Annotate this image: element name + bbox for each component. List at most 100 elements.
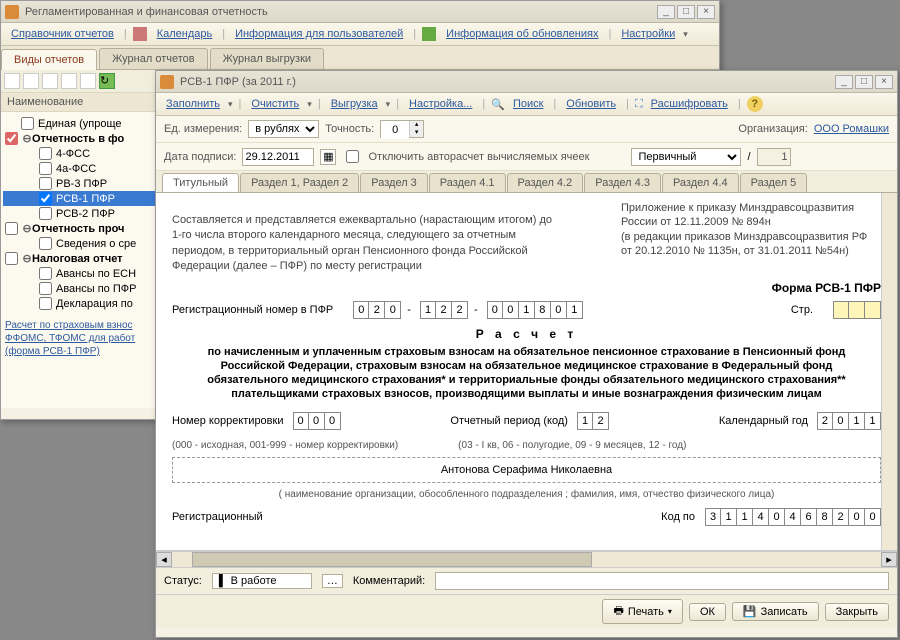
calendar-link[interactable]: Календарь [153,26,217,42]
precision-input[interactable] [381,121,409,139]
precision-stepper[interactable]: ▴▾ [380,120,424,138]
status-bar: Статус: ▌ В работе … Комментарий: [156,567,897,594]
minimize-icon[interactable]: _ [835,75,853,89]
sidebar-ico-5[interactable] [80,73,96,89]
tree-check[interactable] [39,147,52,160]
settings-button[interactable]: Настройка... [405,96,476,112]
tree-item[interactable]: Сведения о сре [3,236,168,251]
tree-item[interactable]: Авансы по ПФР [3,281,168,296]
user-info-link[interactable]: Информация для пользователей [231,26,407,42]
sidebar-ico-3[interactable] [42,73,58,89]
tree-item[interactable]: 4-ФСС [3,146,168,161]
refresh-icon[interactable]: ↻ [99,73,115,89]
tree-item[interactable]: Единая (упроще [3,116,168,131]
ref-link[interactable]: Справочник отчетов [7,26,118,42]
regnum-field[interactable]: 0 2 0 - 1 2 2 - 0 0 1 8 0 1 [353,301,582,319]
tab-section43[interactable]: Раздел 4.3 [584,173,661,192]
minimize-icon[interactable]: _ [657,5,675,19]
tree-item[interactable]: 4а-ФСС [3,161,168,176]
tree-item[interactable]: РВ-3 ПФР [3,176,168,191]
date-input[interactable] [242,148,314,166]
tree-check[interactable] [39,192,52,205]
updates-link[interactable]: Информация об обновлениях [442,26,602,42]
tab-section12[interactable]: Раздел 1, Раздел 2 [240,173,359,192]
save-button[interactable]: 💾 Записать [732,602,819,621]
settings-link[interactable]: Настройки [617,26,679,42]
vertical-scrollbar[interactable] [881,193,897,550]
scroll-left-icon[interactable]: ◂ [156,552,172,567]
close-icon[interactable]: × [697,5,715,19]
sidebar-ico-1[interactable] [4,73,20,89]
unit-select[interactable]: в рублях [248,120,319,138]
tree-check[interactable] [39,237,52,250]
tab-section42[interactable]: Раздел 4.2 [507,173,584,192]
tree-check[interactable] [39,267,52,280]
param-row-2: Дата подписи: ▦ Отключить авторасчет выч… [156,143,897,171]
decode-button[interactable]: Расшифровать [647,96,732,112]
win2-titlebar[interactable]: РСВ-1 ПФР (за 2011 г.) _ □ × [156,71,897,93]
tab-journal[interactable]: Журнал отчетов [99,48,207,69]
ok-button[interactable]: ОК [689,603,726,621]
tree-check[interactable] [39,282,52,295]
maximize-icon[interactable]: □ [855,75,873,89]
period-field[interactable]: 1 2 [577,412,609,430]
corr-field[interactable]: 0 0 0 [293,412,341,430]
tree-item[interactable]: Декларация по [3,296,168,311]
clear-button[interactable]: Очистить [247,96,303,112]
tree-description-link[interactable]: Расчет по страховым взнос ФФОМС, ТФОМС д… [1,315,170,362]
scroll-right-icon[interactable]: ▸ [881,552,897,567]
stepper-up-icon[interactable]: ▴ [409,121,423,129]
tree-check[interactable] [21,117,34,130]
close-button[interactable]: Закрыть [825,603,889,621]
tree-check[interactable] [39,177,52,190]
tree-item[interactable]: РСВ-2 ПФР [3,206,168,221]
status-pencil-icon: ▌ [219,575,227,587]
close-icon[interactable]: × [875,75,893,89]
stepper-down-icon[interactable]: ▾ [409,129,423,137]
fill-button[interactable]: Заполнить [162,96,224,112]
name-field[interactable]: Антонова Серафима Николаевна [172,457,881,483]
status-more-button[interactable]: … [322,574,343,588]
refresh-button[interactable]: Обновить [562,96,620,112]
tree-group[interactable]: ⊖Отчетность проч [3,221,168,236]
scroll-thumb[interactable] [192,552,592,567]
tree-group[interactable]: ⊖Налоговая отчет [3,251,168,266]
form-label: Форма РСВ-1 ПФР [772,281,881,295]
tree-item[interactable]: Авансы по ЕСН [3,266,168,281]
tab-title[interactable]: Титульный [162,173,239,192]
tree-check[interactable] [39,207,52,220]
calendar-icon[interactable]: ▦ [320,149,336,165]
search-button[interactable]: Поиск [509,96,547,112]
tab-section44[interactable]: Раздел 4.4 [662,173,739,192]
year-label: Календарный год [719,415,808,427]
autocalc-checkbox[interactable] [346,150,359,163]
tab-upload[interactable]: Журнал выгрузки [210,48,324,69]
tab-section3[interactable]: Раздел 3 [360,173,428,192]
year-field[interactable]: 2 0 1 1 [817,412,881,430]
tree-check[interactable] [5,252,18,265]
comment-input[interactable] [435,572,889,590]
upload-button[interactable]: Выгрузка [327,96,382,112]
tree-check[interactable] [5,132,18,145]
sidebar-ico-4[interactable] [61,73,77,89]
tree-check[interactable] [5,222,18,235]
maximize-icon[interactable]: □ [677,5,695,19]
help-icon[interactable]: ? [747,96,763,112]
status-field[interactable]: ▌ В работе [212,573,312,589]
copy-number-input[interactable] [757,148,791,166]
sidebar-ico-2[interactable] [23,73,39,89]
horizontal-scrollbar[interactable]: ◂ ▸ [156,551,897,567]
report-type-select[interactable]: Первичный [631,148,741,166]
tab-section5[interactable]: Раздел 5 [740,173,808,192]
tree-check[interactable] [39,297,52,310]
report-editor-window: РСВ-1 ПФР (за 2011 г.) _ □ × Заполнить▾|… [155,70,898,638]
tree-group[interactable]: ⊖Отчетность в фо [3,131,168,146]
print-button[interactable]: 🖶 Печать ▾ [602,599,682,624]
tree-check[interactable] [39,162,52,175]
code-field[interactable]: 3 1 1 4 0 4 6 8 2 0 0 [705,508,881,526]
tree-item-selected[interactable]: РСВ-1 ПФР [3,191,168,206]
tab-types[interactable]: Виды отчетов [1,49,97,70]
win1-titlebar[interactable]: Регламентированная и финансовая отчетнос… [1,1,719,23]
tab-section41[interactable]: Раздел 4.1 [429,173,506,192]
org-link[interactable]: ООО Ромашки [814,123,889,135]
